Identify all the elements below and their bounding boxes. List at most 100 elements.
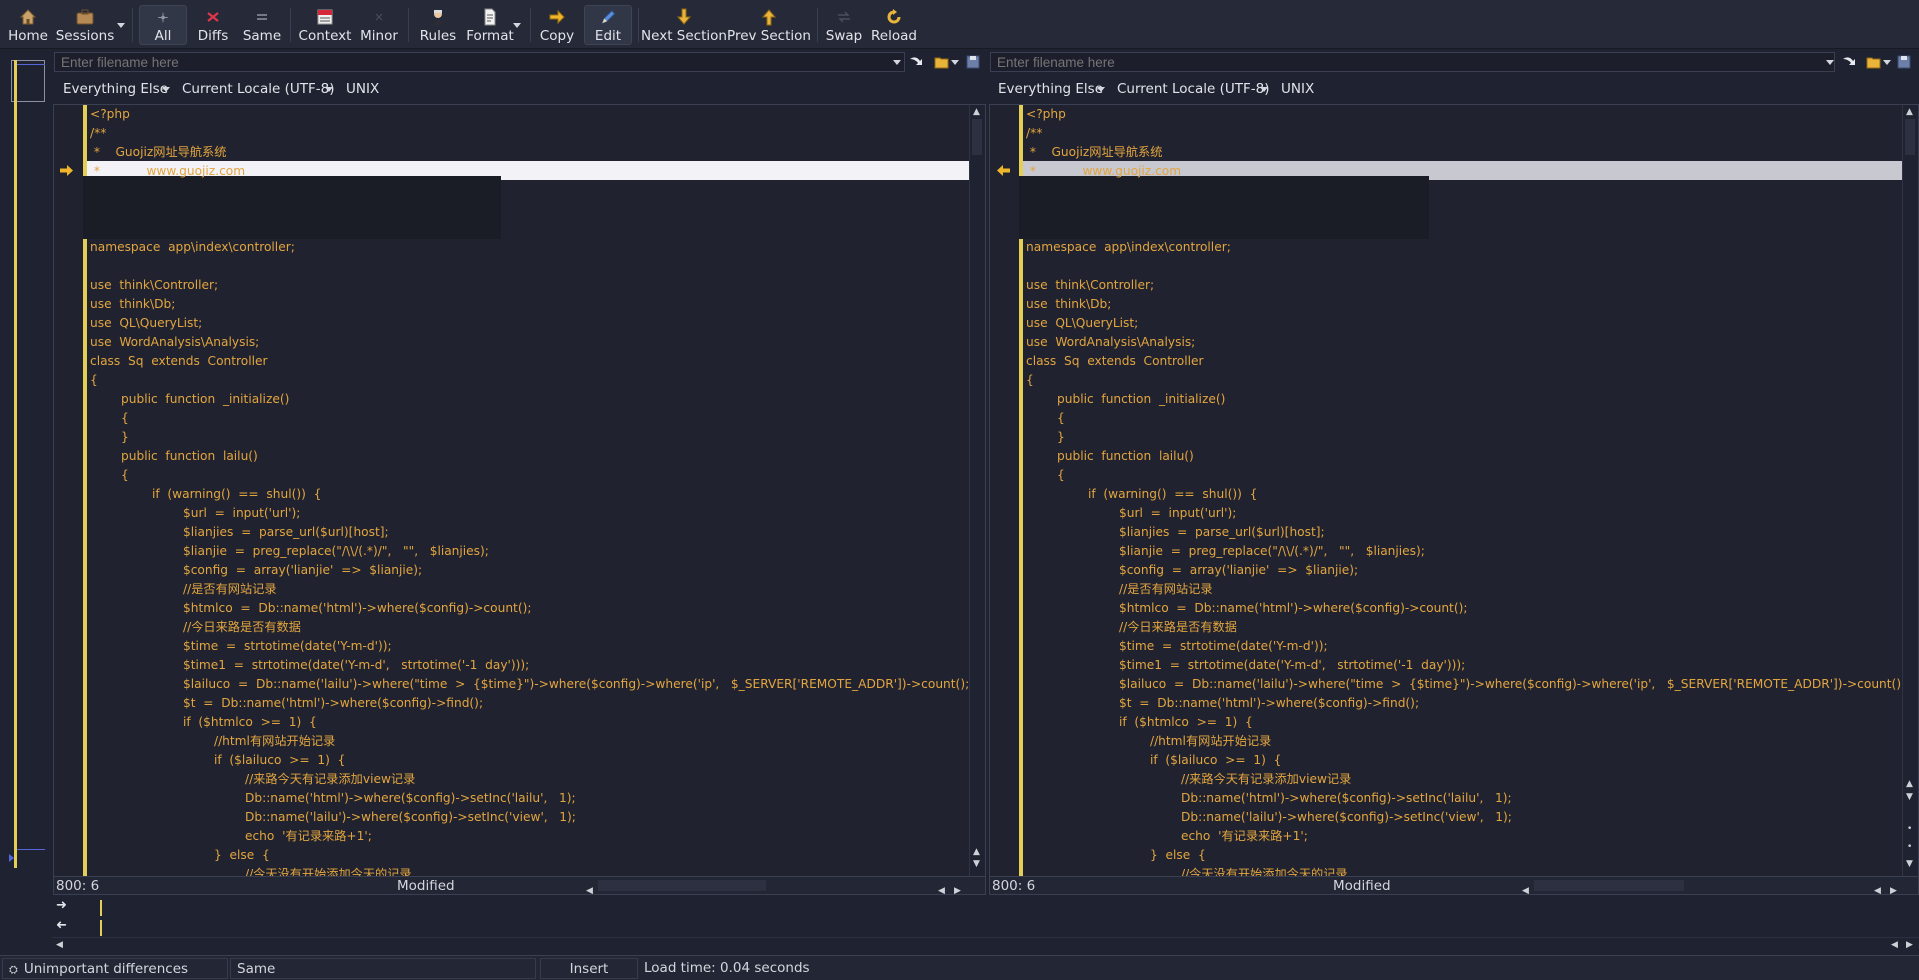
left-code-line: Db::name('html')->where($config)->setInc… [90,791,576,805]
scroll-left-icon[interactable]: ◀ [938,882,945,894]
prev-section-label: Prev Section [727,28,811,44]
left-code-line: namespace app\index\controller; [90,240,295,254]
insert-mode-text: Insert [569,961,609,977]
scroll-left-icon[interactable]: ◀ [586,882,593,894]
right-pane-status: 800: 6 Modified ◀ ◀ ▶ [990,876,1918,894]
right-code-line: echo '有记录来路+1'; [1026,829,1308,843]
format-button[interactable]: Format [465,5,515,45]
minor-icon [375,13,383,21]
merge-row-left[interactable]: ➜ [52,898,1919,918]
rules-judge-icon [432,10,444,25]
scroll-right-icon[interactable]: ▶ [954,882,961,894]
swap-button[interactable]: Swap [823,5,865,45]
scroll-up-icon[interactable]: ▲ [973,108,980,117]
reload-icon [887,9,901,24]
rules-button[interactable]: Rules [416,5,460,45]
right-folder-icon[interactable] [1866,54,1882,70]
right-code-line: Db::name('html')->where($config)->setInc… [1026,791,1512,805]
sessions-dropdown-icon[interactable] [117,23,125,28]
left-save-icon[interactable] [965,54,981,70]
scroll-right-icon[interactable]: ▶ [1906,941,1913,950]
right-horizontal-scroll-thumb[interactable] [1534,880,1684,891]
scroll-left-icon[interactable]: ◀ [56,941,63,950]
right-filename-dropdown-icon[interactable] [1826,60,1834,65]
edit-pencil-icon [601,10,616,25]
left-line-endings-label[interactable]: UNIX [346,81,379,97]
left-code-area[interactable]: <?php /** * Guojiz网址导航系统 * www.guojiz.com… [90,105,969,878]
left-encoding-select[interactable]: Current Locale (UTF-8) [182,81,334,97]
reload-button[interactable]: Reload [870,5,918,45]
home-button[interactable]: Home [6,5,50,45]
minor-label: Minor [360,28,398,44]
right-code-line: { [1026,468,1065,482]
scroll-down-icon[interactable]: ▼ [1906,860,1913,869]
right-line-endings-label[interactable]: UNIX [1281,81,1314,97]
left-filename-input[interactable] [54,52,905,72]
prev-section-button[interactable]: Prev Section [727,5,811,45]
right-save-icon[interactable] [1896,54,1912,70]
right-vertical-scrollbar[interactable]: ▲ ▲ ▼ • • ▼ [1902,105,1918,878]
right-code-line: public function _initialize() [1026,392,1226,406]
merge-output-area[interactable]: ➜ ➜ [52,898,1919,938]
merge-horizontal-scrollbar[interactable]: ◀ ◀ ▶ [52,937,1919,951]
right-filename-input[interactable] [990,52,1835,72]
diff-overview-map[interactable] [8,58,47,868]
left-code-line: use think\Controller; [90,278,219,292]
right-code-line: namespace app\index\controller; [1026,240,1231,254]
edit-button[interactable]: Edit [584,5,632,45]
left-filename-dropdown-icon[interactable] [893,60,901,65]
minor-button[interactable]: Minor [356,5,402,45]
merge-row-right[interactable]: ➜ [52,918,1919,938]
sessions-button[interactable]: Sessions [56,5,114,45]
scroll-left-icon[interactable]: ◀ [1522,882,1529,894]
scroll-left-icon[interactable]: ◀ [1874,882,1881,894]
all-button[interactable]: All [139,5,187,45]
swap-icon [838,11,850,23]
left-file-type-dropdown-icon[interactable] [162,87,170,92]
right-code-line: use WordAnalysis\Analysis; [1026,335,1196,349]
left-code-line: $time1 = strtotime(date('Y-m-d', strtoti… [90,658,530,672]
left-code-line: //是否有网站记录 [90,582,277,596]
right-open-arrow-icon[interactable] [1841,54,1857,70]
diff-status-cell: Same [230,958,536,979]
next-section-button[interactable]: Next Section [641,5,727,45]
left-code-line: Db::name('lailu')->where($config)->setIn… [90,810,576,824]
right-file-type-select[interactable]: Everything Else [998,81,1103,97]
copy-button[interactable]: Copy [537,5,577,45]
same-button[interactable]: Same [241,5,283,45]
format-dropdown-icon[interactable] [513,23,521,28]
left-file-type-select[interactable]: Everything Else [63,81,168,97]
right-vertical-scroll-thumb[interactable] [1905,119,1915,155]
scroll-up-icon[interactable]: ▲ [1906,780,1913,789]
toolbar-separator [530,8,531,42]
scroll-left-icon[interactable]: ◀ [1891,941,1898,950]
left-encoding-dropdown-icon[interactable] [325,87,333,92]
right-encoding-dropdown-icon[interactable] [1260,87,1268,92]
left-vertical-scrollbar[interactable]: ▲ ▲ ▼ [969,105,985,878]
same-label: Same [242,28,282,44]
left-vertical-scroll-thumb[interactable] [972,119,982,155]
diffs-button[interactable]: Diffs [192,5,234,45]
overview-marker [17,849,45,850]
left-folder-dropdown-icon[interactable] [951,60,959,65]
right-text-pane[interactable]: <?php /** * Guojiz网址导航系统 * www.guojiz.com… [989,104,1919,895]
left-text-pane[interactable]: <?php /** * Guojiz网址导航系统 * www.guojiz.com… [53,104,986,895]
left-horizontal-scroll-thumb[interactable] [598,880,766,891]
scroll-up-icon[interactable]: ▲ [1906,108,1913,117]
all-icon [158,12,168,23]
scroll-right-icon[interactable]: ▶ [1890,882,1897,894]
left-open-arrow-icon[interactable] [908,54,924,70]
left-cursor-position: 800: 6 [56,878,100,894]
right-code-area[interactable]: <?php /** * Guojiz网址导航系统 * www.guojiz.com… [1026,105,1902,878]
right-folder-dropdown-icon[interactable] [1883,60,1891,65]
scroll-down-icon[interactable]: ▼ [973,860,980,869]
left-folder-icon[interactable] [934,54,950,70]
scroll-down-icon[interactable]: ▼ [1906,793,1913,802]
scroll-up-icon[interactable]: ▲ [973,848,980,857]
status-bar: ⛭ Unimportant differences Same Insert Loa… [0,955,1919,980]
right-file-type-dropdown-icon[interactable] [1097,87,1105,92]
unimportant-differences-cell[interactable]: ⛭ Unimportant differences [2,958,228,979]
right-encoding-select[interactable]: Current Locale (UTF-8) [1117,81,1269,97]
all-label: All [154,28,172,44]
context-button[interactable]: Context [298,5,352,45]
